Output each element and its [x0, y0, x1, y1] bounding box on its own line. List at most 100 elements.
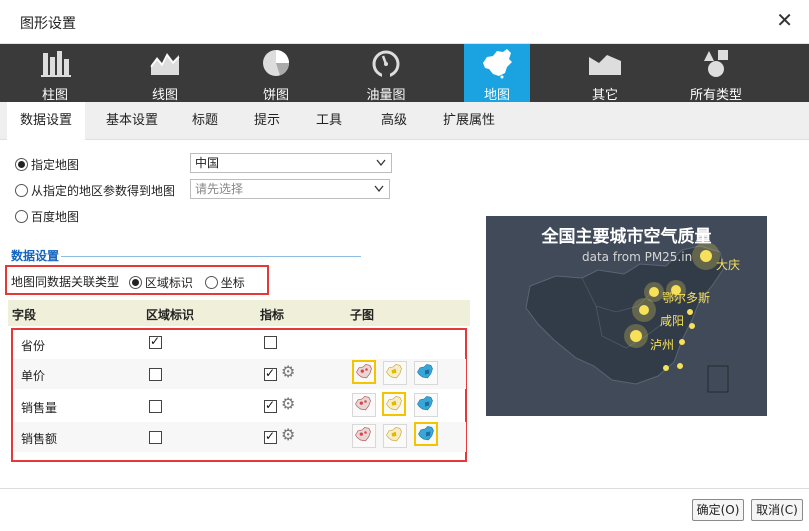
chart-type-bar-item[interactable]: 柱图 [20, 44, 90, 103]
metric-checkbox[interactable] [264, 429, 277, 444]
map-specified-radio[interactable] [15, 158, 28, 171]
gear-icon[interactable]: ⚙ [281, 427, 297, 443]
chart-type-label: 所有类型 [689, 88, 742, 103]
subchart-thumb-blue[interactable] [414, 361, 438, 385]
shapes-icon [704, 50, 728, 77]
region-checkbox[interactable] [149, 368, 162, 381]
header-field: 字段 [12, 308, 37, 322]
map-preview: 全国主要城市空气质量 data from PM25.in 大庆 鄂尔多斯 咸阳 … [486, 216, 767, 416]
field-name: 省份 [21, 339, 46, 353]
table-row: 销售额 ⚙ [14, 422, 466, 452]
map-thumb-blue-icon [417, 396, 433, 411]
header-subchart: 子图 [350, 308, 375, 322]
bar-chart-icon [41, 51, 71, 77]
subchart-thumb-yellow[interactable] [383, 424, 407, 448]
field-table-header: 字段 区域标识 指标 子图 [8, 300, 470, 326]
table-row: 省份 [14, 329, 466, 359]
metric-checkbox[interactable] [264, 336, 277, 349]
city-label: 大庆 [716, 258, 741, 272]
gauge-icon [372, 50, 400, 79]
tab-extended-properties[interactable]: 扩展属性 [430, 102, 508, 140]
city-label: 咸阳 [660, 314, 685, 328]
dialog-footer: 确定(O) 取消(C) [0, 488, 809, 531]
map-specified-option[interactable]: 指定地图 [15, 156, 79, 173]
tab-basic-settings[interactable]: 基本设置 [93, 102, 171, 140]
gear-icon[interactable]: ⚙ [281, 396, 297, 412]
gear-icon[interactable]: ⚙ [281, 364, 297, 380]
chart-type-label: 地图 [483, 88, 510, 103]
header-region: 区域标识 [146, 308, 195, 322]
subchart-thumb-blue[interactable] [414, 422, 438, 446]
close-icon[interactable]: ✕ [776, 10, 793, 30]
field-name: 单价 [21, 369, 46, 383]
dialog-title: 图形设置 [20, 16, 76, 32]
dialog-titlebar: 图形设置 ✕ [0, 0, 809, 44]
region-checkbox[interactable] [149, 334, 162, 349]
metric-checkbox[interactable] [264, 398, 277, 413]
chart-type-all-item[interactable]: 所有类型 [680, 44, 752, 103]
tab-advanced[interactable]: 高级 [368, 102, 420, 140]
chart-type-map-item[interactable]: 地图 [464, 44, 530, 103]
map-thumb-yellow-icon [386, 364, 402, 379]
china-map-icon [483, 49, 512, 79]
chart-type-line-item[interactable]: 线图 [130, 44, 200, 103]
chart-type-label: 线图 [151, 88, 178, 103]
metric-checkbox[interactable] [264, 366, 277, 381]
cancel-button[interactable]: 取消(C) [751, 499, 803, 521]
table-row: 单价 ⚙ [14, 359, 466, 389]
field-name: 销售量 [21, 401, 58, 415]
area-chart-icon [150, 53, 180, 75]
assoc-type-row: 地图同数据关联类型 区域标识 坐标 [11, 273, 245, 291]
tab-tools[interactable]: 工具 [303, 102, 355, 140]
assoc-region-radio[interactable] [128, 276, 142, 289]
map-thumb-red-icon [355, 396, 371, 411]
other-chart-icon [589, 55, 621, 75]
header-metric: 指标 [260, 308, 285, 322]
chart-type-label: 饼图 [262, 88, 289, 103]
region-checkbox[interactable] [149, 400, 162, 413]
subchart-thumb-yellow[interactable] [382, 392, 406, 416]
map-thumb-red-icon [355, 427, 371, 442]
map-baidu-radio[interactable] [15, 210, 28, 223]
tab-tooltip[interactable]: 提示 [241, 102, 293, 140]
chart-type-label: 柱图 [41, 88, 68, 103]
settings-tabs: 数据设置 基本设置 标题 提示 工具 高级 扩展属性 [0, 102, 809, 140]
region-checkbox[interactable] [149, 431, 162, 444]
subchart-thumb-red[interactable] [352, 360, 376, 384]
map-select[interactable]: 中国 [190, 153, 392, 173]
assoc-region-label: 区域标识 [144, 276, 193, 290]
chart-type-label: 油量图 [366, 88, 406, 103]
map-baidu-option[interactable]: 百度地图 [15, 208, 79, 225]
city-label: 泸州 [650, 338, 675, 352]
tab-data-settings[interactable]: 数据设置 [7, 102, 86, 140]
pie-chart-icon [263, 50, 290, 76]
region-param-select[interactable]: 请先选择 [190, 179, 390, 199]
map-param-option[interactable]: 从指定的地区参数得到地图 [15, 182, 175, 199]
assoc-coord-label: 坐标 [220, 276, 245, 290]
map-thumb-blue-icon [417, 364, 433, 379]
chevron-down-icon [374, 185, 384, 193]
ok-button[interactable]: 确定(O) [692, 499, 744, 521]
chart-type-gauge-item[interactable]: 油量图 [351, 44, 421, 103]
map-thumb-yellow-icon [386, 427, 402, 442]
subchart-thumb-blue[interactable] [414, 393, 438, 417]
map-param-radio[interactable] [15, 184, 28, 197]
section-divider [61, 256, 361, 257]
chart-type-other-item[interactable]: 其它 [570, 44, 640, 103]
subchart-thumb-red[interactable] [352, 424, 376, 448]
chart-type-label: 其它 [591, 88, 618, 103]
chart-type-pie-item[interactable]: 饼图 [241, 44, 311, 103]
preview-title: 全国主要城市空气质量 [541, 227, 712, 247]
assoc-coord-radio[interactable] [204, 276, 218, 289]
tab-title[interactable]: 标题 [179, 102, 231, 140]
field-name: 销售额 [21, 432, 58, 446]
subchart-thumb-red[interactable] [352, 393, 376, 417]
table-row: 销售量 ⚙ [14, 391, 466, 421]
map-thumb-blue-icon [418, 426, 434, 441]
map-thumb-red-icon [356, 364, 372, 379]
chart-type-bar: 柱图 线图 饼图 油量图 地图 其它 所有类型 [0, 44, 809, 103]
data-section-title: 数据设置 [11, 249, 60, 263]
city-label: 鄂尔多斯 [662, 291, 711, 305]
preview-subtitle: data from PM25.in [582, 250, 693, 264]
subchart-thumb-yellow[interactable] [383, 361, 407, 385]
